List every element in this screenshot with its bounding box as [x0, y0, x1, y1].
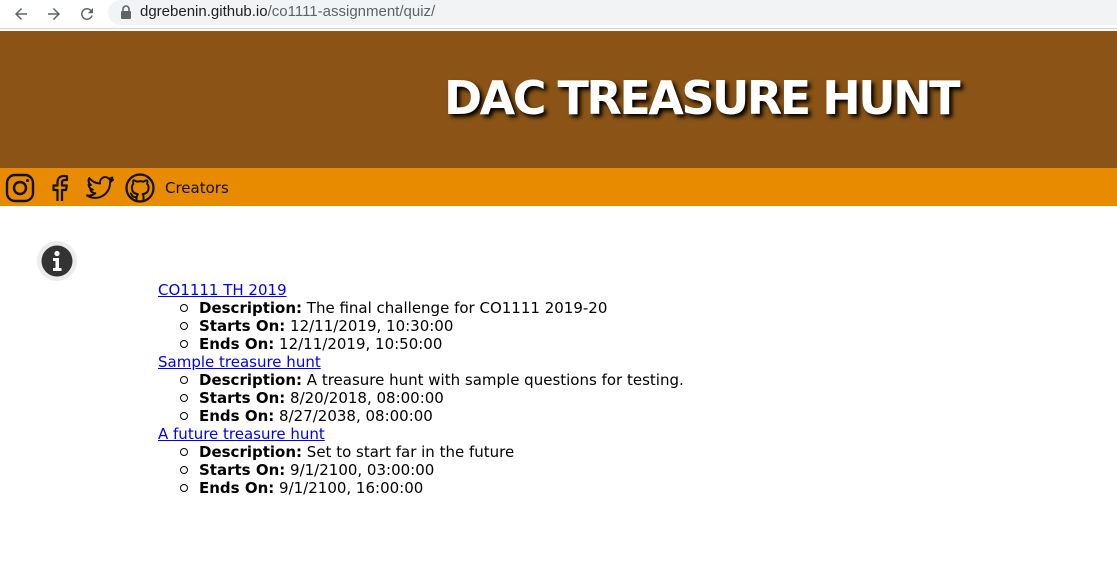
hunt-link[interactable]: CO1111 TH 2019 — [158, 281, 684, 299]
hunt-end: Ends On: 9/1/2100, 16:00:00 — [180, 479, 684, 497]
starts-on-label: Starts On: — [199, 389, 286, 407]
ends-on-label: Ends On: — [199, 407, 275, 425]
forward-arrow-icon — [48, 8, 60, 20]
address-bar[interactable]: dgrebenin.github.io/co1111-assignment/qu… — [108, 0, 1117, 25]
hunt-details: Description: A treasure hunt with sample… — [158, 371, 684, 425]
ends-on-value: 12/11/2019, 10:50:00 — [279, 335, 443, 353]
reload-icon — [81, 7, 93, 20]
back-button[interactable] — [9, 2, 33, 26]
site-header: DAC TREASURE HUNT — [0, 31, 1117, 168]
hunt-details: Description: The final challenge for CO1… — [158, 299, 684, 353]
url-text: dgrebenin.github.io/co1111-assignment/qu… — [140, 3, 435, 20]
hunt-end: Ends On: 12/11/2019, 10:50:00 — [180, 335, 684, 353]
browser-toolbar: dgrebenin.github.io/co1111-assignment/qu… — [0, 0, 1117, 29]
hunt-item: A future treasure hunt Description: Set … — [158, 425, 684, 497]
url-path: /co1111-assignment/quiz/ — [267, 3, 436, 20]
facebook-icon — [52, 174, 69, 201]
ends-on-label: Ends On: — [199, 479, 275, 497]
description-value: Set to start far in the future — [306, 443, 515, 461]
creators-link[interactable]: Creators — [165, 179, 229, 197]
description-label: Description: — [199, 371, 303, 389]
hunt-description: Description: Set to start far in the fut… — [180, 443, 684, 461]
description-value: A treasure hunt with sample questions fo… — [306, 371, 684, 389]
info-icon — [41, 245, 73, 277]
reload-button[interactable] — [75, 2, 99, 26]
hunt-details: Description: Set to start far in the fut… — [158, 443, 684, 497]
hunt-item: Sample treasure hunt Description: A trea… — [158, 353, 684, 425]
ends-on-value: 9/1/2100, 16:00:00 — [279, 479, 424, 497]
hunt-item: CO1111 TH 2019 Description: The final ch… — [158, 281, 684, 353]
hunt-link[interactable]: A future treasure hunt — [158, 425, 684, 443]
ends-on-value: 8/27/2038, 08:00:00 — [279, 407, 433, 425]
starts-on-value: 8/20/2018, 08:00:00 — [290, 389, 444, 407]
starts-on-value: 12/11/2019, 10:30:00 — [290, 317, 454, 335]
facebook-link[interactable] — [44, 172, 76, 204]
starts-on-label: Starts On: — [199, 461, 286, 479]
hunt-link[interactable]: Sample treasure hunt — [158, 353, 684, 371]
hunt-start: Starts On: 9/1/2100, 03:00:00 — [180, 461, 684, 479]
twitter-link[interactable] — [84, 172, 116, 204]
starts-on-value: 9/1/2100, 03:00:00 — [290, 461, 435, 479]
description-value: The final challenge for CO1111 2019-20 — [306, 299, 608, 317]
instagram-link[interactable] — [4, 172, 36, 204]
description-label: Description: — [199, 299, 303, 317]
forward-button[interactable] — [42, 2, 66, 26]
hunt-description: Description: The final challenge for CO1… — [180, 299, 684, 317]
hunt-description: Description: A treasure hunt with sample… — [180, 371, 684, 389]
url-host: dgrebenin.github.io — [140, 3, 268, 20]
hunt-end: Ends On: 8/27/2038, 08:00:00 — [180, 407, 684, 425]
instagram-icon — [5, 173, 35, 203]
info-button[interactable] — [37, 241, 77, 281]
hunt-start: Starts On: 8/20/2018, 08:00:00 — [180, 389, 684, 407]
github-link[interactable] — [124, 172, 156, 204]
social-navbar: Creators — [0, 168, 1117, 206]
hunt-start: Starts On: 12/11/2019, 10:30:00 — [180, 317, 684, 335]
description-label: Description: — [199, 443, 303, 461]
page-title: DAC TREASURE HUNT — [444, 71, 960, 125]
treasure-hunt-list: CO1111 TH 2019 Description: The final ch… — [158, 281, 684, 497]
twitter-icon — [86, 176, 114, 199]
starts-on-label: Starts On: — [199, 317, 286, 335]
ends-on-label: Ends On: — [199, 335, 275, 353]
lock-icon — [121, 5, 131, 19]
back-arrow-icon — [15, 8, 27, 20]
github-icon — [125, 173, 155, 203]
